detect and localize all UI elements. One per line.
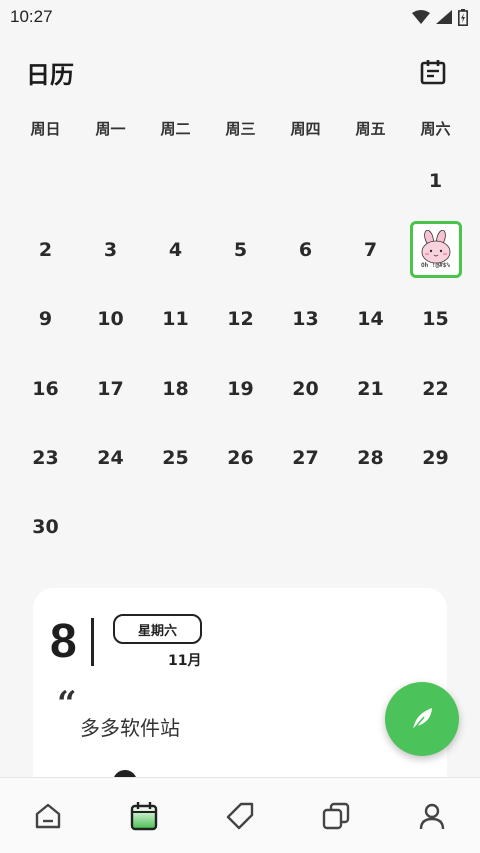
header: 日历	[0, 52, 480, 92]
weekday-wed: 周三	[225, 119, 256, 138]
home-icon	[35, 803, 61, 828]
status-bar: 10:27	[0, 0, 480, 34]
day-cell[interactable]: 25	[143, 423, 208, 492]
day-cell[interactable]: 12	[208, 285, 273, 354]
sticker-caption: Oh !@#$%	[421, 262, 450, 270]
day-cell[interactable]: 1	[403, 146, 468, 215]
day-cell[interactable]: 13	[273, 285, 338, 354]
quote-text: 多多软件站	[80, 716, 180, 740]
card-month: 11月	[168, 653, 202, 669]
day-cell[interactable]: 17	[78, 354, 143, 423]
profile-icon	[419, 803, 445, 829]
weekday-thu: 周四	[290, 119, 321, 138]
day-cell[interactable]: 30	[13, 492, 78, 561]
weekday-badge: 星期六	[113, 614, 202, 644]
day-empty	[13, 146, 78, 215]
weekday-fri: 周五	[355, 119, 386, 138]
calendar-grid: 周日 周一 周二 周三 周四 周五 周六 1 2 3 4 5 6 7 Oh !@…	[13, 110, 467, 562]
day-empty	[208, 146, 273, 215]
day-empty	[273, 146, 338, 215]
day-empty	[78, 146, 143, 215]
day-cell[interactable]: 11	[143, 285, 208, 354]
status-time: 10:27	[10, 7, 53, 26]
wifi-icon	[412, 10, 430, 24]
nav-home[interactable]	[18, 786, 78, 846]
day-cell[interactable]: 20	[273, 354, 338, 423]
day-empty	[338, 146, 403, 215]
day-cell[interactable]: 3	[78, 215, 143, 284]
weekday-sat: 周六	[420, 119, 451, 138]
day-cell[interactable]: 15	[403, 285, 468, 354]
day-cell[interactable]: 26	[208, 423, 273, 492]
tag-icon	[226, 802, 254, 829]
weekday-mon: 周一	[95, 119, 126, 138]
weekday-sun: 周日	[30, 119, 61, 138]
day-cell[interactable]: 22	[403, 354, 468, 423]
day-cell[interactable]: 6	[273, 215, 338, 284]
day-cell[interactable]: 14	[338, 285, 403, 354]
day-empty	[143, 146, 208, 215]
day-cell[interactable]: 24	[78, 423, 143, 492]
divider	[91, 618, 94, 666]
bunny-sticker-image: Oh !@#$%	[409, 221, 462, 279]
bunny-icon	[421, 230, 450, 264]
status-icons	[412, 8, 468, 26]
day-cell[interactable]: 27	[273, 423, 338, 492]
calendar-icon	[420, 60, 446, 85]
day-cell[interactable]: 10	[78, 285, 143, 354]
write-fab-button[interactable]	[385, 682, 459, 756]
day-cell[interactable]: 16	[13, 354, 78, 423]
signal-icon	[436, 10, 452, 24]
day-cell[interactable]: 9	[13, 285, 78, 354]
day-cell[interactable]: 19	[208, 354, 273, 423]
nav-profile[interactable]	[402, 786, 462, 846]
day-cell[interactable]: 21	[338, 354, 403, 423]
day-cell[interactable]: 18	[143, 354, 208, 423]
weekday-tue: 周二	[160, 119, 191, 138]
quote-mark: “	[57, 684, 77, 724]
page-title: 日历	[26, 60, 74, 89]
nav-calendar[interactable]	[114, 786, 174, 846]
day-cell[interactable]: 4	[143, 215, 208, 284]
nav-copy[interactable]	[306, 786, 366, 846]
feather-icon	[412, 708, 432, 731]
day-cell[interactable]: 2	[13, 215, 78, 284]
day-cell[interactable]: 28	[338, 423, 403, 492]
battery-icon	[458, 8, 468, 26]
card-day-number: 8	[50, 615, 77, 668]
bottom-nav	[0, 777, 480, 853]
day-cell[interactable]: 29	[403, 423, 468, 492]
day-cell[interactable]: 7	[338, 215, 403, 284]
day-cell-selected[interactable]: Oh !@#$%	[403, 215, 468, 284]
calendar-view-button[interactable]	[418, 57, 448, 87]
copy-icon	[322, 802, 350, 829]
calendar-icon	[130, 801, 158, 830]
nav-tags[interactable]	[210, 786, 270, 846]
day-cell[interactable]: 5	[208, 215, 273, 284]
day-cell[interactable]: 23	[13, 423, 78, 492]
